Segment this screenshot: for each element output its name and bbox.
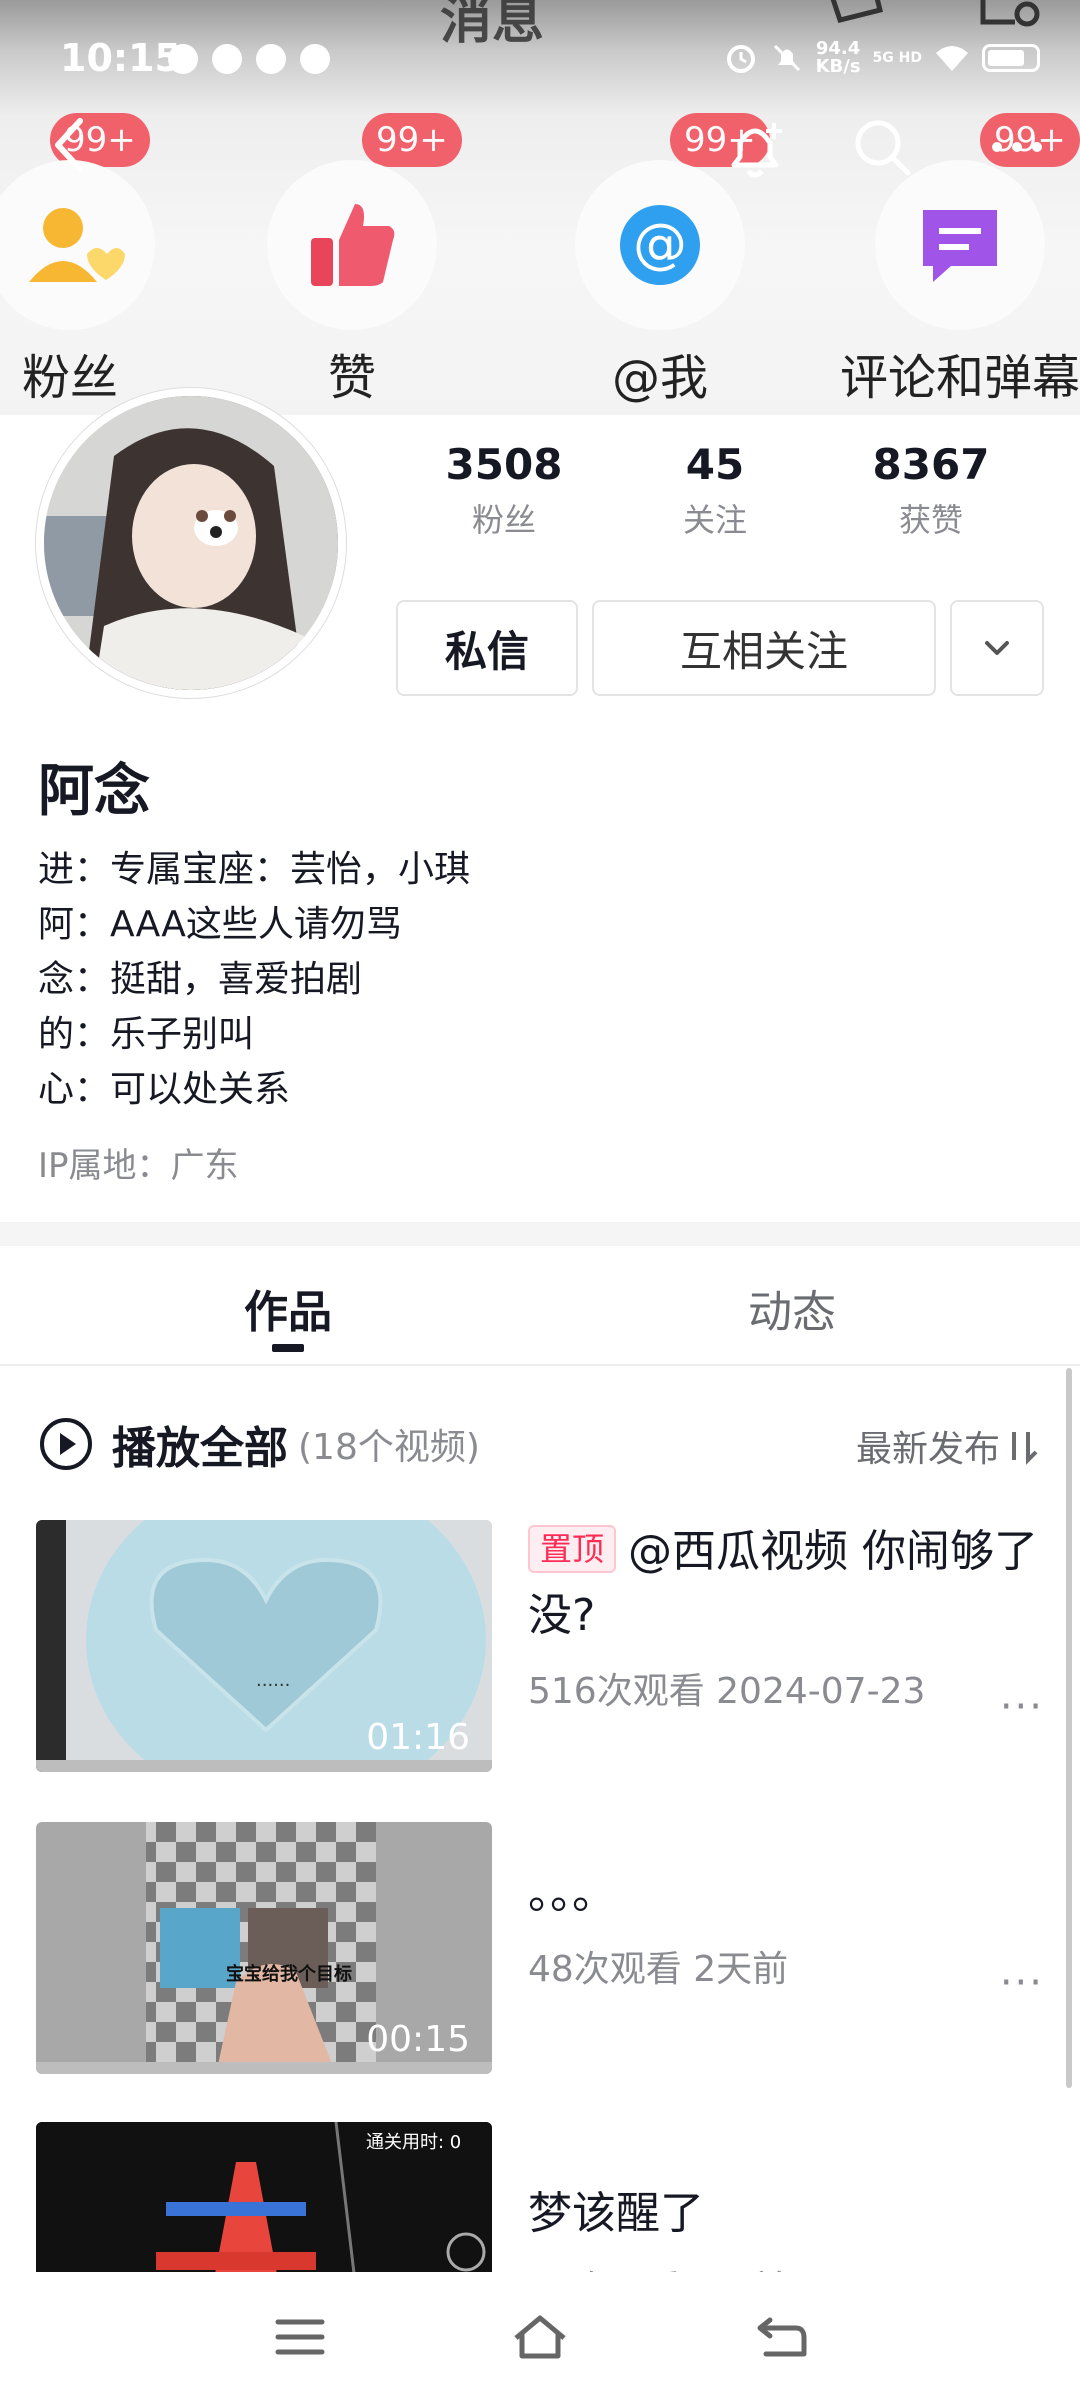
- bio-line: 的：乐子别叫: [38, 1014, 255, 1055]
- stat-following[interactable]: 45 关注: [608, 440, 822, 541]
- alarm-icon: [726, 45, 755, 73]
- back-nav-icon[interactable]: [752, 2312, 812, 2362]
- sort-selector[interactable]: 最新发布: [856, 1420, 1038, 1472]
- video-item[interactable]: 00:15 宝宝给我个目标 。。。 48次观看 2天前 ···: [36, 1822, 1044, 2074]
- video-title: 置顶 @西瓜视频 你闹够了没?: [528, 1520, 1048, 1648]
- profile-stats: 3508 粉丝 45 关注 8367 获赞: [400, 440, 1040, 541]
- video-thumbnail[interactable]: 01:16 ......: [36, 1520, 492, 1772]
- section-divider: [0, 1222, 1080, 1246]
- settings-icon: [980, 0, 1040, 27]
- video-duration: 00:15: [366, 2019, 470, 2060]
- status-time: 10:15: [60, 36, 181, 80]
- message-button[interactable]: 私信: [396, 600, 578, 696]
- ip-location: IP属地：广东: [38, 1146, 239, 1186]
- play-all-button[interactable]: 播放全部 (18个视频): [38, 1412, 480, 1476]
- shortcut-comments[interactable]: 评论和弹幕: [840, 160, 1080, 408]
- profile-name: 阿念: [38, 759, 150, 824]
- more-icon[interactable]: [985, 115, 1049, 179]
- shortcut-fans[interactable]: 粉丝: [0, 160, 190, 408]
- video-meta: 516次观看 2024-07-23: [528, 1671, 926, 1712]
- play-circle-icon: [40, 1418, 92, 1470]
- thumbnail-caption: ......: [256, 1670, 291, 1691]
- bio-line: 念：挺甜，喜爱拍剧: [38, 959, 363, 1000]
- active-tab-indicator: [272, 1344, 304, 1352]
- notif-app-icon: [300, 44, 330, 74]
- fans-icon: [0, 160, 155, 330]
- wifi-icon: [936, 46, 968, 71]
- video-title: 。。。: [528, 1868, 616, 1919]
- avatar-image: [44, 396, 338, 690]
- shortcut-mentions[interactable]: @ @我: [540, 160, 780, 408]
- message-icon: [212, 44, 242, 74]
- content-tabs: 作品 动态: [0, 1246, 1080, 1366]
- scrollbar[interactable]: [1066, 1368, 1072, 2088]
- video-item[interactable]: 01:16 ...... 置顶 @西瓜视频 你闹够了没? 516次观看 2024-…: [36, 1520, 1044, 1772]
- shortcut-label-comments: 评论和弹幕: [840, 350, 1080, 406]
- expand-recommend-button[interactable]: [950, 600, 1044, 696]
- video-info: 。。。 48次观看 2天前: [528, 1862, 1048, 1992]
- chevron-down-icon: [985, 641, 1009, 655]
- svg-text:@: @: [633, 212, 687, 275]
- mute-bell-icon: [773, 44, 800, 72]
- video-meta: 48次观看 2天前: [528, 1949, 789, 1990]
- at-icon: @: [575, 160, 745, 330]
- tab-activity[interactable]: 动态: [748, 1276, 836, 1340]
- back-icon[interactable]: [50, 115, 90, 175]
- pinned-badge: 置顶: [528, 1525, 617, 1573]
- bio-line: 心：可以处关系: [38, 1069, 291, 1110]
- comment-icon: [875, 160, 1045, 330]
- video-duration: 01:16: [366, 1717, 470, 1758]
- notification-icons: [168, 44, 330, 74]
- stat-likes-count: 8367: [872, 440, 990, 489]
- mutual-follow-button[interactable]: 互相关注: [592, 600, 936, 696]
- system-nav-bar: [0, 2272, 1080, 2400]
- status-right: 94.4 KB/s 5G HD: [724, 40, 1040, 76]
- avatar[interactable]: [36, 388, 346, 698]
- stat-following-label: 关注: [682, 501, 747, 539]
- search-icon[interactable]: [850, 115, 914, 179]
- shortcut-label-likes: 赞: [327, 350, 376, 406]
- net-speed: 94.4 KB/s: [816, 40, 861, 76]
- stat-likes[interactable]: 8367 获赞: [822, 440, 1040, 541]
- notif-app-icon: [168, 44, 198, 74]
- status-bar: 10:15 94.4 KB/s 5G HD: [0, 30, 1080, 94]
- profile-bio: 进：专属宝座：芸怡，小琪 阿：AAA这些人请勿骂 念：挺甜，喜爱拍剧 的：乐子别…: [38, 842, 470, 1117]
- sort-icon: [1012, 1432, 1038, 1465]
- sort-label: 最新发布: [855, 1429, 1000, 1470]
- notification-bell-icon[interactable]: [720, 115, 790, 185]
- video-title: 梦该醒了: [528, 2188, 704, 2239]
- wechat-icon: [256, 44, 286, 74]
- tab-works[interactable]: 作品: [244, 1276, 332, 1340]
- likes-badge: 99+: [362, 113, 462, 167]
- stat-following-count: 45: [685, 440, 745, 489]
- bio-line: 进：专属宝座：芸怡，小琪: [38, 849, 471, 890]
- video-more-icon[interactable]: ···: [1000, 1684, 1044, 1730]
- thumbs-up-icon: [267, 160, 437, 330]
- stat-likes-label: 获赞: [898, 501, 963, 539]
- video-count: (18个视频): [298, 1427, 480, 1468]
- menu-icon[interactable]: [270, 2312, 330, 2362]
- video-info: 置顶 @西瓜视频 你闹够了没? 516次观看 2024-07-23: [528, 1520, 1048, 1714]
- network-type: 5G HD: [872, 50, 922, 66]
- bio-line: 阿：AAA这些人请勿骂: [38, 904, 402, 945]
- home-icon[interactable]: [510, 2312, 570, 2362]
- shortcut-likes[interactable]: 赞: [232, 160, 472, 408]
- stat-fans-label: 粉丝: [471, 501, 536, 539]
- video-more-icon[interactable]: ···: [1000, 1960, 1044, 2006]
- shortcut-label-mentions: @我: [611, 350, 708, 406]
- broom-icon: [830, 0, 884, 23]
- net-speed-unit: KB/s: [815, 56, 861, 77]
- battery-icon: [982, 44, 1040, 72]
- thumbnail-caption: 宝宝给我个目标: [226, 1964, 352, 1985]
- message-header-backdrop: 消息 99+ 99+ 99+ 99+ 粉丝 赞 @ @我 评论和弹幕 10:15…: [0, 0, 1080, 415]
- thumbnail-caption: 通关用时: 0: [366, 2132, 462, 2153]
- video-thumbnail[interactable]: 00:15 宝宝给我个目标: [36, 1822, 492, 2074]
- stat-fans-count: 3508: [445, 440, 563, 489]
- play-all-label: 播放全部: [112, 1423, 288, 1474]
- stat-fans[interactable]: 3508 粉丝: [400, 440, 608, 541]
